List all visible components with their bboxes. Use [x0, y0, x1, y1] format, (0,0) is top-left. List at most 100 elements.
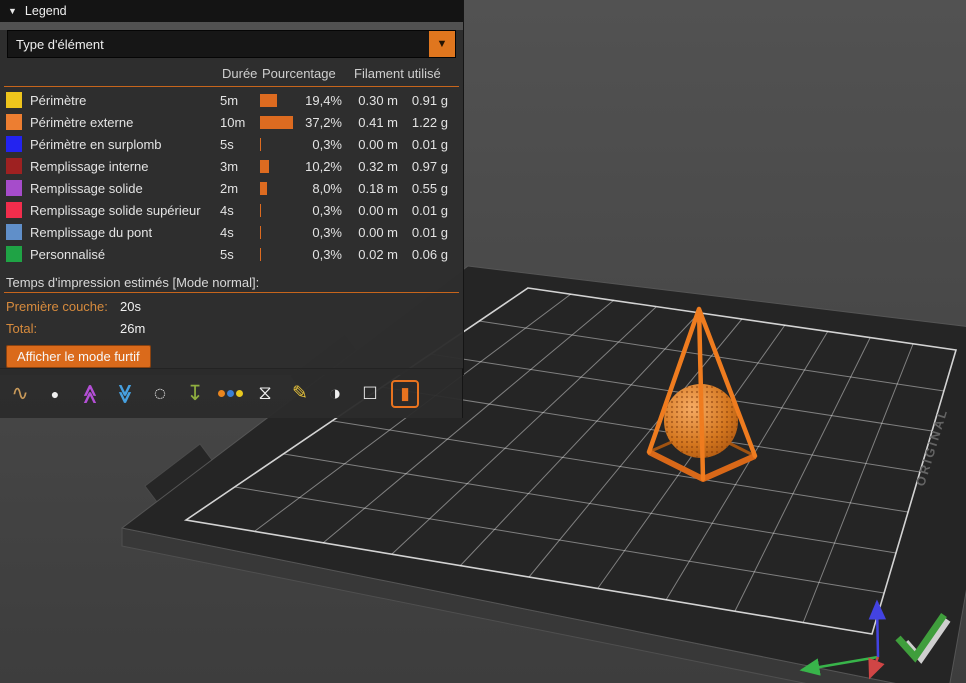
pause-dot-blue: [227, 390, 234, 397]
color-swatch: [6, 136, 22, 152]
percent-value: 0,3%: [298, 225, 342, 240]
percent-bar: [260, 226, 298, 239]
filament-weight: 0.55 g: [404, 181, 448, 196]
feature-label: Remplissage solide supérieur: [30, 203, 220, 218]
header-percentage: Pourcentage: [262, 66, 336, 81]
duration-value: 4s: [220, 203, 260, 218]
duration-value: 5s: [220, 137, 260, 152]
percent-bar: [260, 138, 298, 151]
header-filament: Filament utilisé: [354, 66, 441, 81]
filament-length: 0.00 m: [352, 137, 398, 152]
feature-label: Périmètre externe: [30, 115, 220, 130]
total-label: Total:: [6, 321, 120, 336]
print-time-heading: Temps d'impression estimés [Mode normal]…: [6, 275, 457, 290]
duration-value: 5m: [220, 93, 260, 108]
feature-label: Remplissage interne: [30, 159, 220, 174]
collapse-triangle-icon: ▼: [8, 6, 17, 16]
total-time-row: Total: 26m: [0, 317, 463, 339]
filament-weight: 1.22 g: [404, 115, 448, 130]
table-row: Périmètre en surplomb 5s 0,3% 0.00 m 0.0…: [0, 133, 463, 155]
feature-label: Remplissage solide: [30, 181, 220, 196]
header-duration: Durée: [222, 66, 257, 81]
filament-length: 0.18 m: [352, 181, 398, 196]
feature-label: Périmètre: [30, 93, 220, 108]
filament-weight: 0.91 g: [404, 93, 448, 108]
color-swatch: [6, 246, 22, 262]
seams-icon[interactable]: ≫: [111, 380, 139, 408]
color-swatch: [6, 92, 22, 108]
percent-bar: [260, 116, 298, 129]
color-swatch: [6, 114, 22, 130]
app-window: ORIGINAL ▼ Legend: [0, 0, 966, 683]
percent-bar: [260, 248, 298, 261]
table-row: Remplissage solide 2m 8,0% 0.18 m 0.55 g: [0, 177, 463, 199]
legend-title: Legend: [25, 4, 67, 18]
percent-value: 37,2%: [298, 115, 342, 130]
duration-value: 4s: [220, 225, 260, 240]
filament-length: 0.41 m: [352, 115, 398, 130]
feature-label: Remplissage du pont: [30, 225, 220, 240]
feature-label: Personnalisé: [30, 247, 220, 262]
color-swatch: [6, 180, 22, 196]
element-type-value: Type d'élément: [8, 37, 429, 52]
duration-value: 3m: [220, 159, 260, 174]
duration-value: 10m: [220, 115, 260, 130]
shells-icon[interactable]: ✎: [286, 380, 314, 408]
color-swatch: [6, 202, 22, 218]
percent-bar: [260, 204, 298, 217]
percent-value: 0,3%: [298, 137, 342, 152]
orange-divider: [4, 86, 459, 87]
stealth-mode-button[interactable]: Afficher le mode furtif: [6, 345, 151, 368]
percent-bar: [260, 94, 298, 107]
first-layer-label: Première couche:: [6, 299, 120, 314]
table-header: Durée Pourcentage Filament utilisé: [0, 64, 463, 84]
percent-bar: [260, 160, 298, 173]
first-layer-row: Première couche: 20s: [0, 295, 463, 317]
table-row: Périmètre 5m 19,4% 0.30 m 0.91 g: [0, 89, 463, 111]
filament-length: 0.32 m: [352, 159, 398, 174]
pause-prints-icon[interactable]: [216, 380, 244, 408]
tool-changes-icon[interactable]: ◌: [146, 380, 174, 408]
filament-weight: 0.01 g: [404, 203, 448, 218]
percent-value: 0,3%: [298, 203, 342, 218]
chevron-down-icon[interactable]: ▼: [429, 31, 455, 57]
filament-length: 0.02 m: [352, 247, 398, 262]
feature-label: Périmètre en surplomb: [30, 137, 220, 152]
duration-value: 2m: [220, 181, 260, 196]
bounding-box-icon[interactable]: ☐: [356, 380, 384, 408]
percent-value: 8,0%: [298, 181, 342, 196]
color-changes-icon[interactable]: ↧: [181, 380, 209, 408]
view-options-toolbar: ∿ ● ≫ ≫ ◌ ↧ ⧖ ✎ ◑ ☐ ▮: [0, 368, 463, 418]
filament-length: 0.00 m: [352, 203, 398, 218]
filament-weight: 0.97 g: [404, 159, 448, 174]
duration-value: 5s: [220, 247, 260, 262]
table-row: Périmètre externe 10m 37,2% 0.41 m 1.22 …: [0, 111, 463, 133]
pause-dot-orange: [218, 390, 225, 397]
tool-marker-icon[interactable]: ◑: [321, 380, 349, 408]
filament-weight: 0.01 g: [404, 137, 448, 152]
table-row: Remplissage du pont 4s 0,3% 0.00 m 0.01 …: [0, 221, 463, 243]
deretractions-icon[interactable]: ≫: [76, 380, 104, 408]
filament-weight: 0.06 g: [404, 247, 448, 262]
travel-paths-icon[interactable]: ∿: [6, 380, 34, 408]
percent-bar: [260, 182, 298, 195]
filament-weight: 0.01 g: [404, 225, 448, 240]
legend-panel: ▼ Legend Type d'élément ▼ Durée Pourcent…: [0, 0, 464, 375]
percent-value: 0,3%: [298, 247, 342, 262]
orange-divider: [4, 292, 459, 293]
filament-length: 0.30 m: [352, 93, 398, 108]
filament-length: 0.00 m: [352, 225, 398, 240]
legend-pin-icon[interactable]: ▮: [391, 380, 419, 408]
color-swatch: [6, 158, 22, 174]
element-type-select[interactable]: Type d'élément ▼: [7, 30, 456, 58]
table-row: Remplissage interne 3m 10,2% 0.32 m 0.97…: [0, 155, 463, 177]
percent-value: 10,2%: [298, 159, 342, 174]
legend-titlebar[interactable]: ▼ Legend: [0, 0, 463, 22]
percent-value: 19,4%: [298, 93, 342, 108]
table-row: Personnalisé 5s 0,3% 0.02 m 0.06 g: [0, 243, 463, 265]
retractions-icon[interactable]: ●: [41, 380, 69, 408]
table-row: Remplissage solide supérieur 4s 0,3% 0.0…: [0, 199, 463, 221]
legend-table: Périmètre 5m 19,4% 0.30 m 0.91 g Périmèt…: [0, 89, 463, 265]
first-layer-value: 20s: [120, 299, 141, 314]
custom-gcode-icon[interactable]: ⧖: [251, 380, 279, 408]
